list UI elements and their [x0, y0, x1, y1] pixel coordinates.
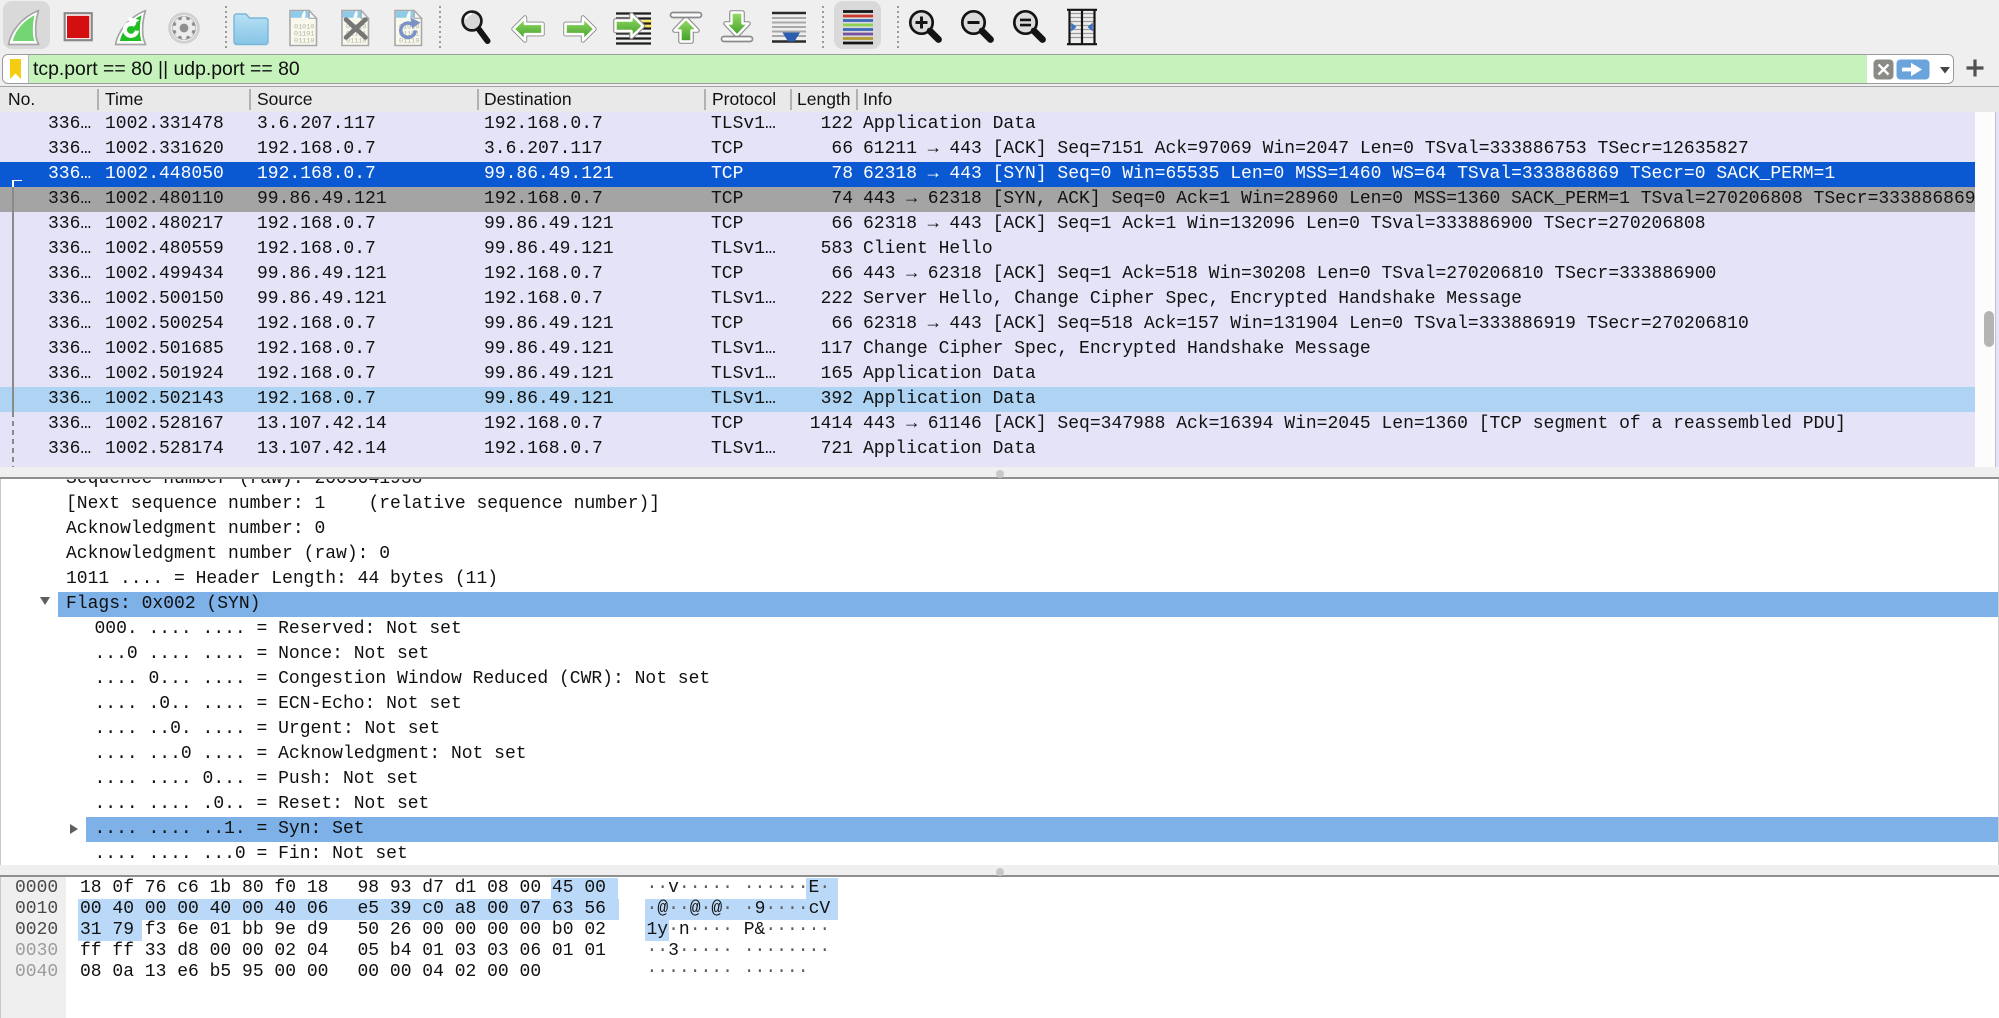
svg-text:01110: 01110: [346, 38, 366, 46]
svg-text:01110: 01110: [294, 38, 314, 46]
